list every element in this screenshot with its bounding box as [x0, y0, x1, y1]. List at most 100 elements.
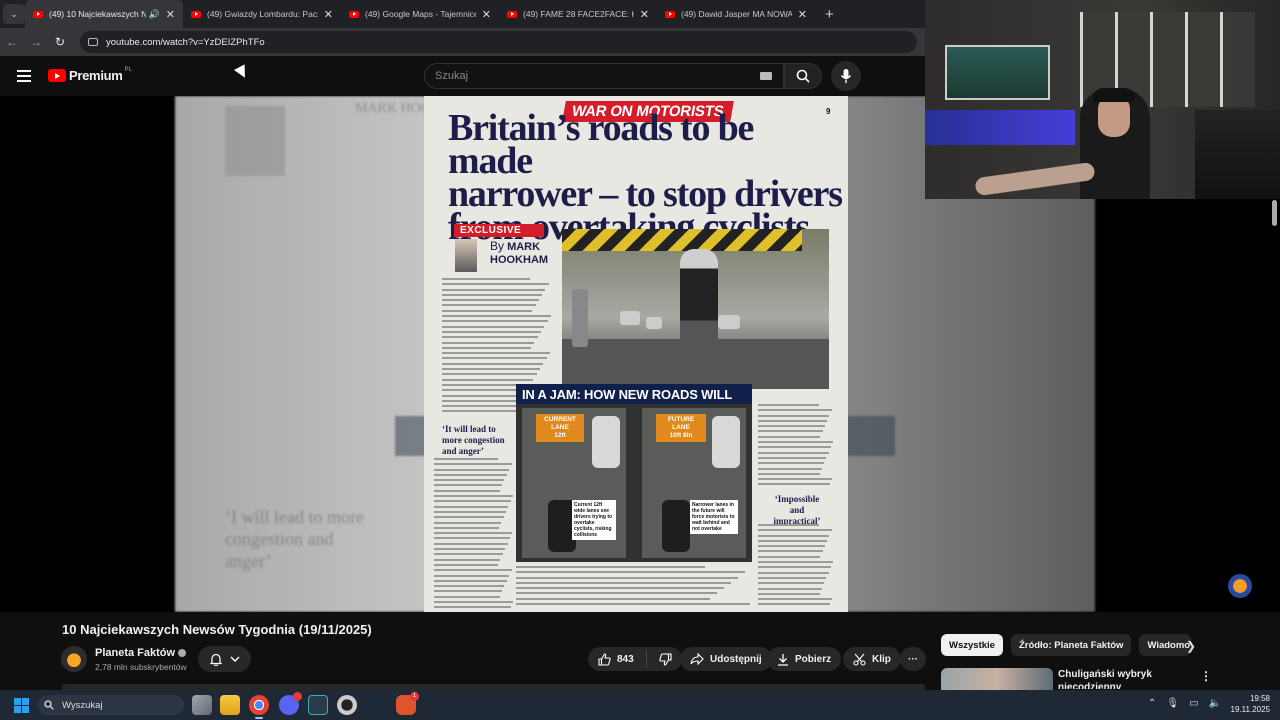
text-line — [442, 309, 533, 312]
terminal-icon[interactable] — [308, 695, 328, 715]
text-line — [434, 463, 512, 466]
system-clock[interactable]: 19:58 19.11.2025 — [1228, 693, 1270, 715]
blurred-quote: ‘I will lead to more congestion and ange… — [225, 507, 364, 571]
obs-icon[interactable] — [337, 695, 357, 715]
download-button[interactable]: Pobierz — [767, 647, 842, 671]
text-line — [758, 566, 831, 569]
menu-icon[interactable] — [17, 70, 31, 82]
back-arrow-icon[interactable]: ← — [0, 35, 24, 49]
share-label: Udostępnij — [710, 653, 762, 665]
text-line — [758, 483, 831, 486]
youtube-play-icon — [48, 69, 66, 82]
text-line — [758, 592, 820, 595]
future-lane-note: Narrower lanes in the future will force … — [690, 500, 738, 534]
speaker-icon[interactable]: 🔊 — [149, 9, 160, 20]
windows-start-icon[interactable] — [14, 698, 29, 713]
search-button[interactable] — [784, 63, 822, 89]
reload-icon[interactable]: ↻ — [48, 35, 72, 49]
related-more-icon[interactable]: ⋮ — [1200, 669, 1212, 683]
browser-tab-1[interactable]: (49) 10 Najciekawszych Newsów 🔊 ✕ — [25, 0, 183, 28]
bell-icon — [209, 653, 222, 666]
text-line — [442, 304, 536, 307]
desktop: ⌄ (49) 10 Najciekawszych Newsów 🔊 ✕ (49)… — [0, 0, 1280, 720]
related-video-title[interactable]: Chuligański wybryk niecodzienny — [1058, 668, 1152, 689]
youtube-header: Premium PL Szukaj — [0, 56, 925, 96]
voice-search-button[interactable] — [831, 61, 861, 91]
more-actions-button[interactable]: ··· — [900, 647, 926, 671]
scissors-icon — [853, 653, 866, 666]
keyboard-icon[interactable] — [760, 72, 772, 80]
youtube-premium-logo[interactable]: Premium PL — [48, 67, 132, 83]
browser-tab-strip: ⌄ (49) 10 Najciekawszych Newsów 🔊 ✕ (49)… — [0, 0, 925, 28]
clip-button[interactable]: Klip — [843, 647, 901, 671]
headline-line: Britain’s roads to be made — [448, 107, 754, 182]
browser-tab-3[interactable]: (49) Google Maps - Tajemnice ✕ — [341, 0, 499, 28]
file-explorer-icon[interactable] — [220, 695, 240, 715]
chip-news[interactable]: Wiadomo — [1139, 634, 1192, 656]
search-input[interactable]: Szukaj — [424, 63, 784, 89]
forward-arrow-icon[interactable]: → — [24, 35, 48, 49]
text-line — [442, 293, 543, 296]
taskbar-search[interactable]: Wyszukaj — [38, 695, 184, 715]
related-video-thumbnail[interactable] — [941, 668, 1053, 690]
text-line — [434, 585, 505, 588]
browser-tab-2[interactable]: (49) Gwiazdy Lombardu: Paczka ✕ — [183, 0, 341, 28]
text-line — [758, 435, 821, 438]
like-icon[interactable] — [598, 652, 611, 666]
text-line — [758, 446, 831, 449]
tab-search-chevron-icon[interactable]: ⌄ — [3, 4, 25, 24]
browser-tab-4[interactable]: (49) FAME 28 FACE2FACE: Krako ✕ — [499, 0, 657, 28]
chip-all[interactable]: Wszystkie — [941, 634, 1003, 656]
youtube-favicon-icon — [665, 10, 675, 18]
text-line — [434, 558, 501, 561]
download-label: Pobierz — [795, 653, 832, 665]
close-tab-icon[interactable]: ✕ — [482, 8, 491, 21]
site-info-icon[interactable] — [88, 38, 98, 46]
notifications-button[interactable] — [198, 646, 251, 672]
new-tab-button[interactable]: + — [825, 6, 834, 23]
brave-icon[interactable]: 1 — [396, 692, 419, 715]
text-line — [434, 553, 503, 556]
close-tab-icon[interactable]: ✕ — [324, 8, 333, 21]
close-tab-icon[interactable]: ✕ — [798, 8, 807, 21]
text-line — [442, 330, 541, 333]
like-count[interactable]: 843 — [617, 654, 634, 665]
text-line — [758, 414, 830, 417]
task-view-icon[interactable] — [192, 695, 212, 715]
network-icon[interactable]: ▭ — [1189, 698, 1198, 709]
text-line — [516, 581, 731, 584]
share-icon — [690, 653, 704, 665]
steam-icon[interactable] — [366, 695, 386, 715]
text-line — [758, 430, 823, 433]
chevron-right-icon[interactable]: ❯ — [1186, 639, 1196, 653]
address-bar[interactable]: youtube.com/watch?v=YzDEIZPhTFo — [80, 31, 917, 53]
tab-title: (49) Gwiazdy Lombardu: Paczka — [207, 9, 318, 19]
dislike-icon[interactable] — [658, 652, 672, 666]
chrome-icon[interactable] — [249, 695, 269, 719]
discord-icon[interactable] — [279, 692, 302, 715]
byline-by: By — [490, 239, 505, 253]
current-lane-width: 12ft — [554, 432, 566, 439]
text-line — [516, 566, 705, 568]
volume-icon[interactable]: 🔈 — [1209, 698, 1221, 709]
discord-badge — [293, 692, 302, 701]
channel-watermark-icon[interactable] — [1228, 574, 1252, 598]
text-line — [442, 341, 535, 344]
video-info-area: 10 Najciekawszych Newsów Tygodnia (19/11… — [0, 612, 1280, 690]
text-line — [758, 582, 825, 585]
youtube-favicon-icon — [191, 10, 201, 18]
share-button[interactable]: Udostępnij — [680, 647, 772, 671]
chevron-up-icon[interactable]: ⌃ — [1148, 698, 1156, 709]
microphone-icon[interactable]: 🎙 — [1166, 698, 1179, 709]
channel-name[interactable]: Planeta Faktów — [95, 647, 187, 659]
close-tab-icon[interactable]: ✕ — [640, 8, 649, 21]
exclusive-label: EXCLUSIVE — [454, 224, 544, 237]
text-line — [758, 419, 828, 422]
chip-source-channel[interactable]: Źródło: Planeta Faktów — [1010, 634, 1132, 656]
text-line — [442, 325, 545, 328]
close-tab-icon[interactable]: ✕ — [166, 8, 175, 21]
browser-tab-5[interactable]: (49) Dawid Jasper MA NOWA D ✕ — [657, 0, 815, 28]
scrollbar-thumb[interactable] — [1272, 200, 1277, 226]
channel-avatar[interactable] — [61, 646, 87, 672]
video-title: 10 Najciekawszych Newsów Tygodnia (19/11… — [62, 622, 372, 637]
